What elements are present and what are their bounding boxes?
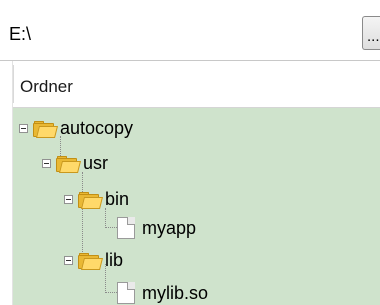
row-header-strip: [0, 61, 13, 305]
collapse-toggle-icon[interactable]: [64, 194, 73, 204]
collapse-toggle-icon[interactable]: [19, 123, 28, 133]
file-icon: [117, 282, 135, 304]
folder-icon: [78, 191, 103, 209]
tree-connector: [105, 292, 117, 293]
file-icon: [117, 217, 135, 239]
folder-icon: [33, 120, 58, 138]
tree-node-label: mylib.so: [142, 283, 209, 303]
tree-node-label: lib: [105, 250, 124, 270]
browse-button[interactable]: ...: [362, 16, 380, 50]
column-header-label: Ordner: [20, 77, 73, 96]
tree-node-bin[interactable]: bin: [64, 185, 129, 213]
path-bar: E:\ ...: [0, 0, 380, 60]
tree-node-label: autocopy: [60, 118, 134, 138]
tree-node-label: usr: [83, 153, 109, 173]
path-field[interactable]: E:\: [9, 24, 31, 44]
tree-node-lib[interactable]: lib: [64, 246, 123, 274]
tree-node-usr[interactable]: usr: [42, 149, 108, 177]
column-divider: [13, 65, 14, 103]
folder-icon: [56, 155, 81, 173]
column-header-ordner[interactable]: Ordner: [13, 61, 380, 108]
collapse-toggle-icon[interactable]: [42, 158, 51, 168]
tree-node-mylib-so[interactable]: mylib.so: [117, 279, 208, 305]
tree-node-label: bin: [105, 189, 130, 209]
folder-icon: [78, 252, 103, 270]
folder-tree-view[interactable]: Ordner autocopy usr bin myapp lib mylib.…: [0, 61, 380, 305]
collapse-toggle-icon[interactable]: [64, 255, 73, 265]
tree-connector: [105, 227, 117, 228]
tree-body[interactable]: autocopy usr bin myapp lib mylib.so: [13, 108, 380, 305]
tree-node-label: myapp: [142, 218, 197, 238]
tree-node-autocopy[interactable]: autocopy: [19, 114, 133, 142]
folder-picker: E:\ ... Ordner autocopy usr bin myapp li…: [0, 0, 380, 305]
tree-node-myapp[interactable]: myapp: [117, 214, 196, 242]
